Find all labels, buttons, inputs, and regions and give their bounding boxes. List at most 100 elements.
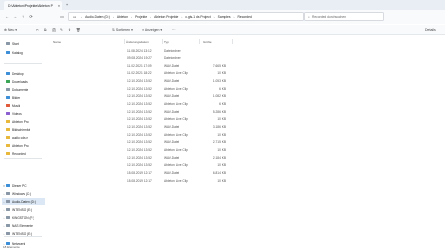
delete-icon[interactable]: 🗑︎ (76, 26, 80, 34)
table-row[interactable]: 0003 1-Audio 3.wav12.10.2024 13:52WAV-Da… (50, 93, 230, 100)
sidebar-item[interactable]: Recorded (2, 150, 45, 157)
sidebar-item[interactable]: ▾ Dieser PC (2, 182, 45, 189)
sidebar-item[interactable]: Katalog (2, 49, 45, 56)
column-divider[interactable] (162, 39, 163, 44)
table-row[interactable]: 0005 1-Audio 3.wav.asd12.10.2024 13:52Ab… (50, 146, 230, 153)
type-cell: Ableton Live Clip (164, 102, 188, 107)
table-row[interactable]: 0005 1-Audio 3.wav.asd12.10.2024 13:52Ab… (50, 162, 230, 169)
sidebar-item-label: Dokumente (12, 87, 29, 92)
table-row[interactable]: Neuer Ordner (2)09.08.2024 19:27Dateiord… (50, 55, 230, 62)
sidebar-item[interactable]: Videos (2, 110, 45, 117)
sidebar-item[interactable]: Musik (2, 102, 45, 109)
sidebar-item[interactable]: › INTENSO (E:) (2, 206, 45, 213)
back-button[interactable]: ← (3, 13, 11, 21)
item-count: 18 Elemente (3, 245, 20, 249)
column-header-date[interactable]: Änderungsdatum (126, 40, 149, 44)
monitor-icon[interactable]: ▭ (58, 13, 66, 21)
column-header-name[interactable]: Name (53, 40, 61, 44)
sidebar-item[interactable]: › Windows (C:) (2, 190, 45, 197)
up-button[interactable]: ↑ (19, 13, 27, 21)
table-row[interactable]: Neuer Ordner11.08.2024 13:12Dateiordner (50, 47, 230, 54)
sidebar-item-label: NAS Elemente (12, 223, 33, 228)
type-cell: Ableton Live Clip (164, 71, 188, 76)
more-button[interactable]: ··· (172, 26, 176, 34)
sidebar-item[interactable]: Dokumente (2, 86, 45, 93)
sidebar-item[interactable]: › KINGSTON (F:) (2, 214, 45, 221)
column-divider[interactable] (124, 39, 125, 44)
breadcrumb-item[interactable]: Projekte (135, 15, 147, 19)
sidebar-item[interactable]: Ableton Pro (2, 118, 45, 125)
sort-button[interactable]: ⇅ Sortieren ▾ (112, 26, 133, 34)
table-row[interactable]: 0004 1-Audio 3.wav12.10.2024 13:52WAV-Da… (50, 108, 230, 115)
size-cell: 6 KB (219, 102, 226, 107)
drive-icon (6, 191, 10, 196)
sidebar-item[interactable]: Downloads (2, 78, 45, 85)
type-cell: WAV-Datei (164, 109, 180, 114)
table-row[interactable]: 0005 1-Audio 3.wav12.10.2024 13:52WAV-Da… (50, 154, 230, 161)
new-button[interactable]: ⊕ Neu ▾ (4, 26, 17, 34)
chevron-right-icon[interactable]: › (234, 15, 235, 19)
column-header-size[interactable]: Größe (203, 40, 212, 44)
copy-icon[interactable]: ⧉ (44, 26, 47, 34)
new-tab-button[interactable]: + (64, 2, 70, 8)
folder-icon (6, 119, 10, 124)
folder-icon (6, 151, 10, 156)
table-row[interactable]: 1-Audio 0001 [2019-08-15 121691] one-s..… (50, 169, 230, 176)
table-row[interactable]: 1-Audio 0010 [2021-02-11 170905] one-s..… (50, 70, 230, 77)
table-row[interactable]: 1-Audio 0001 [2019-08-15 121691] one-s..… (50, 177, 230, 184)
breadcrumb-item[interactable]: Samples (218, 15, 231, 19)
size-cell: 1.053 KB (212, 79, 226, 84)
column-divider[interactable] (199, 39, 200, 44)
breadcrumb-item[interactable]: Recorded (238, 15, 252, 19)
table-row[interactable]: 0002 1-Audio 3.wav12.10.2024 13:52WAV-Da… (50, 78, 230, 85)
address-bar[interactable]: ▭ › Audio-Daten (D:) › Ableton › Projekte › Able… (68, 12, 304, 21)
sidebar-item[interactable]: › NAS Elemente (2, 222, 45, 229)
sidebar-item[interactable]: audio cds n (2, 134, 45, 141)
tab-close-button[interactable]: × (56, 4, 62, 8)
table-row[interactable]: 0005 1-Audio 3.wav12.10.2024 13:52WAV-Da… (50, 139, 230, 146)
table-row[interactable]: 0005 1-Audio 3.wav.asd12.10.2024 13:52Ab… (50, 116, 230, 123)
breadcrumb-item[interactable]: Ableton Projekte (154, 15, 178, 19)
drive-icon (6, 199, 10, 204)
chevron-right-icon[interactable]: › (150, 15, 151, 19)
chevron-right-icon[interactable]: › (81, 15, 82, 19)
gallery-icon (6, 50, 10, 55)
table-row[interactable]: 0004 1-Audio 4.wav12.10.2024 13:52WAV-Da… (50, 124, 230, 131)
sidebar-item[interactable]: Start (2, 40, 45, 47)
rename-icon[interactable]: ✎ (60, 26, 63, 34)
date-cell: 15.08.2019 12:17 (127, 178, 152, 183)
column-header-type[interactable]: Typ (164, 40, 169, 44)
sidebar-item[interactable]: Desktop (2, 70, 45, 77)
forward-button[interactable]: → (11, 13, 19, 21)
table-row[interactable]: 1-Audio 0010 [2021-02-11 170905] one-s..… (50, 62, 230, 69)
sidebar-item[interactable]: Bilder (2, 94, 45, 101)
sidebar-item[interactable]: Ableton Pro (2, 142, 45, 149)
table-row[interactable]: 0004 1-Audio 4.wav.asd12.10.2024 13:52Ab… (50, 131, 230, 138)
details-button[interactable]: Details (425, 26, 436, 34)
paste-icon[interactable]: 📋︎ (52, 26, 56, 34)
breadcrumb-item[interactable]: Audio-Daten (D:) (85, 15, 110, 19)
type-cell: Ableton Live Clip (164, 163, 188, 168)
chevron-right-icon[interactable]: › (181, 15, 182, 19)
sidebar-item-label: Bildschirmfot (12, 127, 31, 132)
breadcrumb-item[interactable]: c.gls-1 ds Project (185, 15, 210, 19)
chevron-right-icon[interactable]: › (131, 15, 132, 19)
sidebar-item[interactable]: › Audio-Daten (D:) (2, 198, 45, 205)
view-button[interactable]: ≡ Anzeigen ▾ (142, 26, 162, 34)
date-cell: 11.08.2024 13:12 (127, 48, 152, 53)
tab-explorer[interactable]: D:\Ableton\Projekte\Ableton P × (4, 1, 62, 10)
breadcrumb-item[interactable]: Ableton (117, 15, 128, 19)
column-divider[interactable] (232, 39, 233, 44)
search-icon: ⌕ (308, 14, 310, 19)
command-bar: ⊕ Neu ▾ ✂ ⧉ 📋︎ ✎ ⇪ 🗑︎ ⇅ Sortieren ▾ ≡ An… (0, 25, 445, 35)
refresh-button[interactable]: ⟳ (27, 13, 35, 21)
table-row[interactable]: 0003 1-Audio 3.wav.asd12.10.2024 13:52Ab… (50, 101, 230, 108)
table-row[interactable]: 0002 1-Audio 4.wav.asd12.10.2024 13:52Ab… (50, 85, 230, 92)
videos-icon (6, 111, 10, 116)
cut-icon[interactable]: ✂ (36, 26, 39, 34)
chevron-right-icon[interactable]: › (113, 15, 114, 19)
share-icon[interactable]: ⇪ (68, 26, 71, 34)
sidebar-item[interactable]: Bildschirmfot (2, 126, 45, 133)
search-box[interactable]: ⌕ Recorded durchsuchen (304, 12, 384, 21)
chevron-right-icon[interactable]: › (214, 15, 215, 19)
